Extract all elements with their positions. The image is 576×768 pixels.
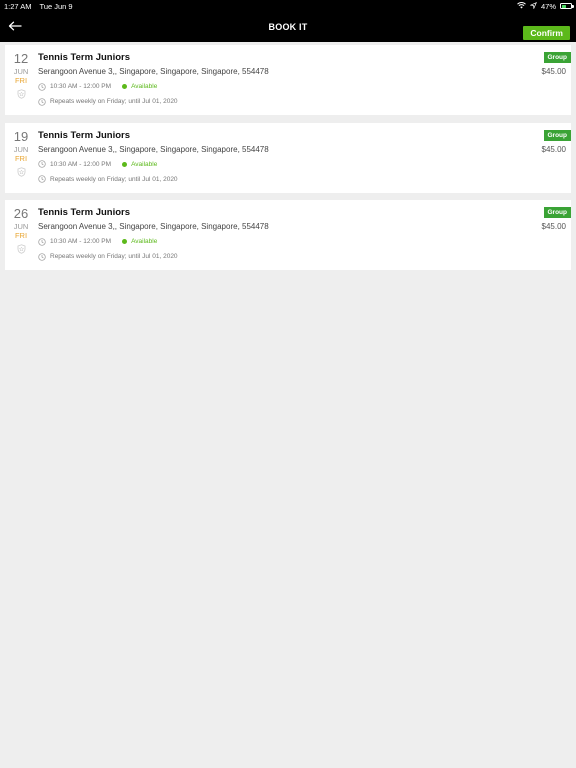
session-repeat-row: Repeats weekly on Friday; until Jul 01, … <box>38 175 501 184</box>
session-time-row: 10:30 AM - 12:00 PM Available <box>38 237 501 246</box>
confirm-button[interactable]: Confirm <box>523 26 570 40</box>
session-month: JUN <box>13 67 29 76</box>
session-day: 19 <box>13 128 29 144</box>
session-address: Serangoon Avenue 3,, Singapore, Singapor… <box>38 144 269 154</box>
session-repeat-row: Repeats weekly on Friday; until Jul 01, … <box>38 97 501 106</box>
wifi-icon <box>517 1 526 11</box>
status-bar: 1:27 AM Tue Jun 9 47% <box>0 0 576 12</box>
clock-icon <box>38 82 46 91</box>
location-arrow-icon <box>529 1 537 11</box>
session-title: Tennis Term Juniors <box>38 207 131 218</box>
clock-icon <box>38 97 46 106</box>
availability-status: Available <box>122 161 157 168</box>
session-weekday: FRI <box>14 231 28 240</box>
session-price: $45.00 <box>541 222 566 231</box>
group-tag: Group <box>543 52 571 63</box>
session-details: Tennis Term Juniors Serangoon Avenue 3,,… <box>38 207 501 261</box>
availability-label: Available <box>131 238 158 245</box>
group-tag: Group <box>543 129 571 141</box>
page-title: BOOK IT <box>268 22 308 32</box>
battery-fill <box>561 4 566 8</box>
session-address: Serangoon Avenue 3,, Singapore, Singapor… <box>38 67 269 76</box>
group-tag: Group <box>543 207 571 218</box>
session-address: Serangoon Avenue 3,, Singapore, Singapor… <box>38 222 269 231</box>
session-repeat: Repeats weekly on Friday; until Jul 01, … <box>50 175 178 183</box>
session-repeat-row: Repeats weekly on Friday; until Jul 01, … <box>38 252 501 261</box>
availability-label: Available <box>131 160 158 168</box>
session-time: 10:30 AM - 12:00 PM <box>50 238 112 245</box>
session-price: $45.00 <box>541 67 566 76</box>
session-card[interactable]: 12 JUN FRI Tennis Term Juniors Serangoon… <box>5 45 571 115</box>
status-dot <box>122 161 128 167</box>
session-time-row: 10:30 AM - 12:00 PM Available <box>38 82 501 91</box>
availability-status: Available <box>122 83 157 90</box>
session-date: 19 JUN FRI <box>5 123 37 177</box>
status-dot <box>122 84 128 89</box>
session-card[interactable]: 19 JUN FRI Tennis Term Juniors Serangoon… <box>5 122 571 193</box>
session-details: Tennis Term Juniors Serangoon Avenue 3,,… <box>38 52 501 106</box>
shield-icon <box>5 166 37 177</box>
session-repeat: Repeats weekly on Friday; until Jul 01, … <box>50 253 178 260</box>
session-day: 26 <box>13 206 29 221</box>
session-weekday: FRI <box>14 76 28 85</box>
clock-icon <box>38 252 46 261</box>
session-month: JUN <box>13 144 29 154</box>
session-repeat: Repeats weekly on Friday; until Jul 01, … <box>50 98 178 105</box>
session-title: Tennis Term Juniors <box>38 52 131 63</box>
status-time: 1:27 AM <box>4 1 32 11</box>
session-date: 26 JUN FRI <box>5 200 37 254</box>
session-title: Tennis Term Juniors <box>38 129 131 141</box>
session-month: JUN <box>13 222 29 231</box>
session-time: 10:30 AM - 12:00 PM <box>50 160 112 168</box>
availability-status: Available <box>122 238 157 245</box>
session-date: 12 JUN FRI <box>5 45 37 99</box>
session-details: Tennis Term Juniors Serangoon Avenue 3,,… <box>38 130 501 184</box>
session-day: 12 <box>13 51 29 66</box>
session-list: 12 JUN FRI Tennis Term Juniors Serangoon… <box>5 45 571 278</box>
session-card[interactable]: 26 JUN FRI Tennis Term Juniors Serangoon… <box>5 200 571 270</box>
clock-icon <box>38 160 46 168</box>
session-time-row: 10:30 AM - 12:00 PM Available <box>38 160 501 169</box>
shield-icon <box>5 244 37 254</box>
status-dot <box>122 239 128 244</box>
nav-bar: BOOK IT Confirm <box>0 12 576 42</box>
battery-icon <box>560 3 574 9</box>
availability-label: Available <box>131 83 158 90</box>
clock-icon <box>38 237 46 246</box>
session-time: 10:30 AM - 12:00 PM <box>50 83 112 90</box>
status-icons: 47% <box>517 1 574 11</box>
session-weekday: FRI <box>14 153 28 163</box>
battery-percent: 47% <box>540 1 556 11</box>
status-date: Tue Jun 9 <box>39 1 73 11</box>
clock-icon <box>38 175 46 183</box>
session-price: $45.00 <box>541 144 566 154</box>
shield-icon <box>5 89 37 99</box>
